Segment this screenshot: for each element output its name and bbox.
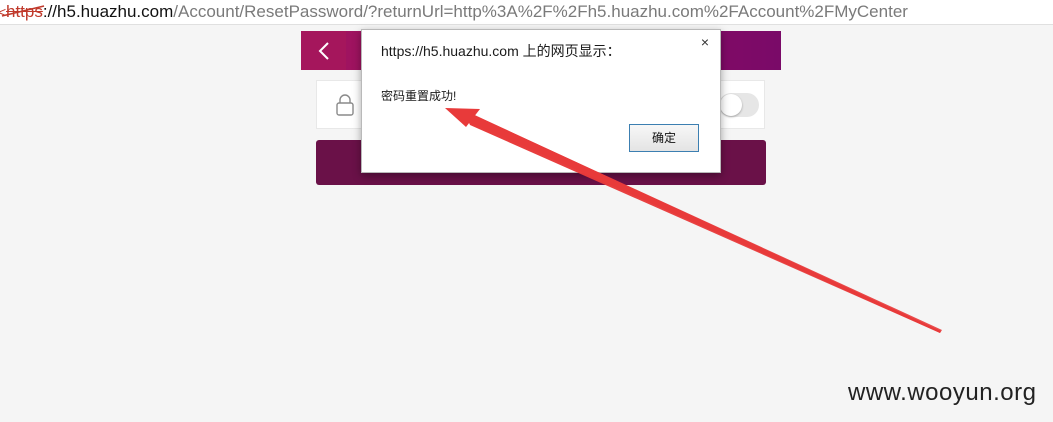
url-path: /Account/ResetPassword/?returnUrl=http%3… xyxy=(173,2,908,21)
dialog-title: https://h5.huazhu.com 上的网页显示： xyxy=(381,43,621,59)
chevron-left-icon xyxy=(318,41,329,60)
show-password-toggle[interactable] xyxy=(719,93,759,117)
back-button[interactable] xyxy=(301,31,346,70)
address-bar[interactable]: < https://h5.huazhu.com/Account/ResetPas… xyxy=(0,0,1053,25)
toggle-knob xyxy=(720,94,742,116)
ok-button[interactable]: 确定 xyxy=(629,124,699,152)
alert-dialog: https://h5.huazhu.com 上的网页显示： × 密码重置成功! … xyxy=(361,29,721,173)
lock-icon xyxy=(336,94,354,116)
url-host: ://h5.huazhu.com xyxy=(42,2,174,21)
watermark: www.wooyun.org xyxy=(848,379,1037,406)
url-text[interactable]: https://h5.huazhu.com/Account/ResetPassw… xyxy=(6,0,908,24)
url-scheme: https xyxy=(6,2,43,21)
close-icon[interactable]: × xyxy=(698,35,712,49)
dialog-message: 密码重置成功! xyxy=(381,89,457,103)
